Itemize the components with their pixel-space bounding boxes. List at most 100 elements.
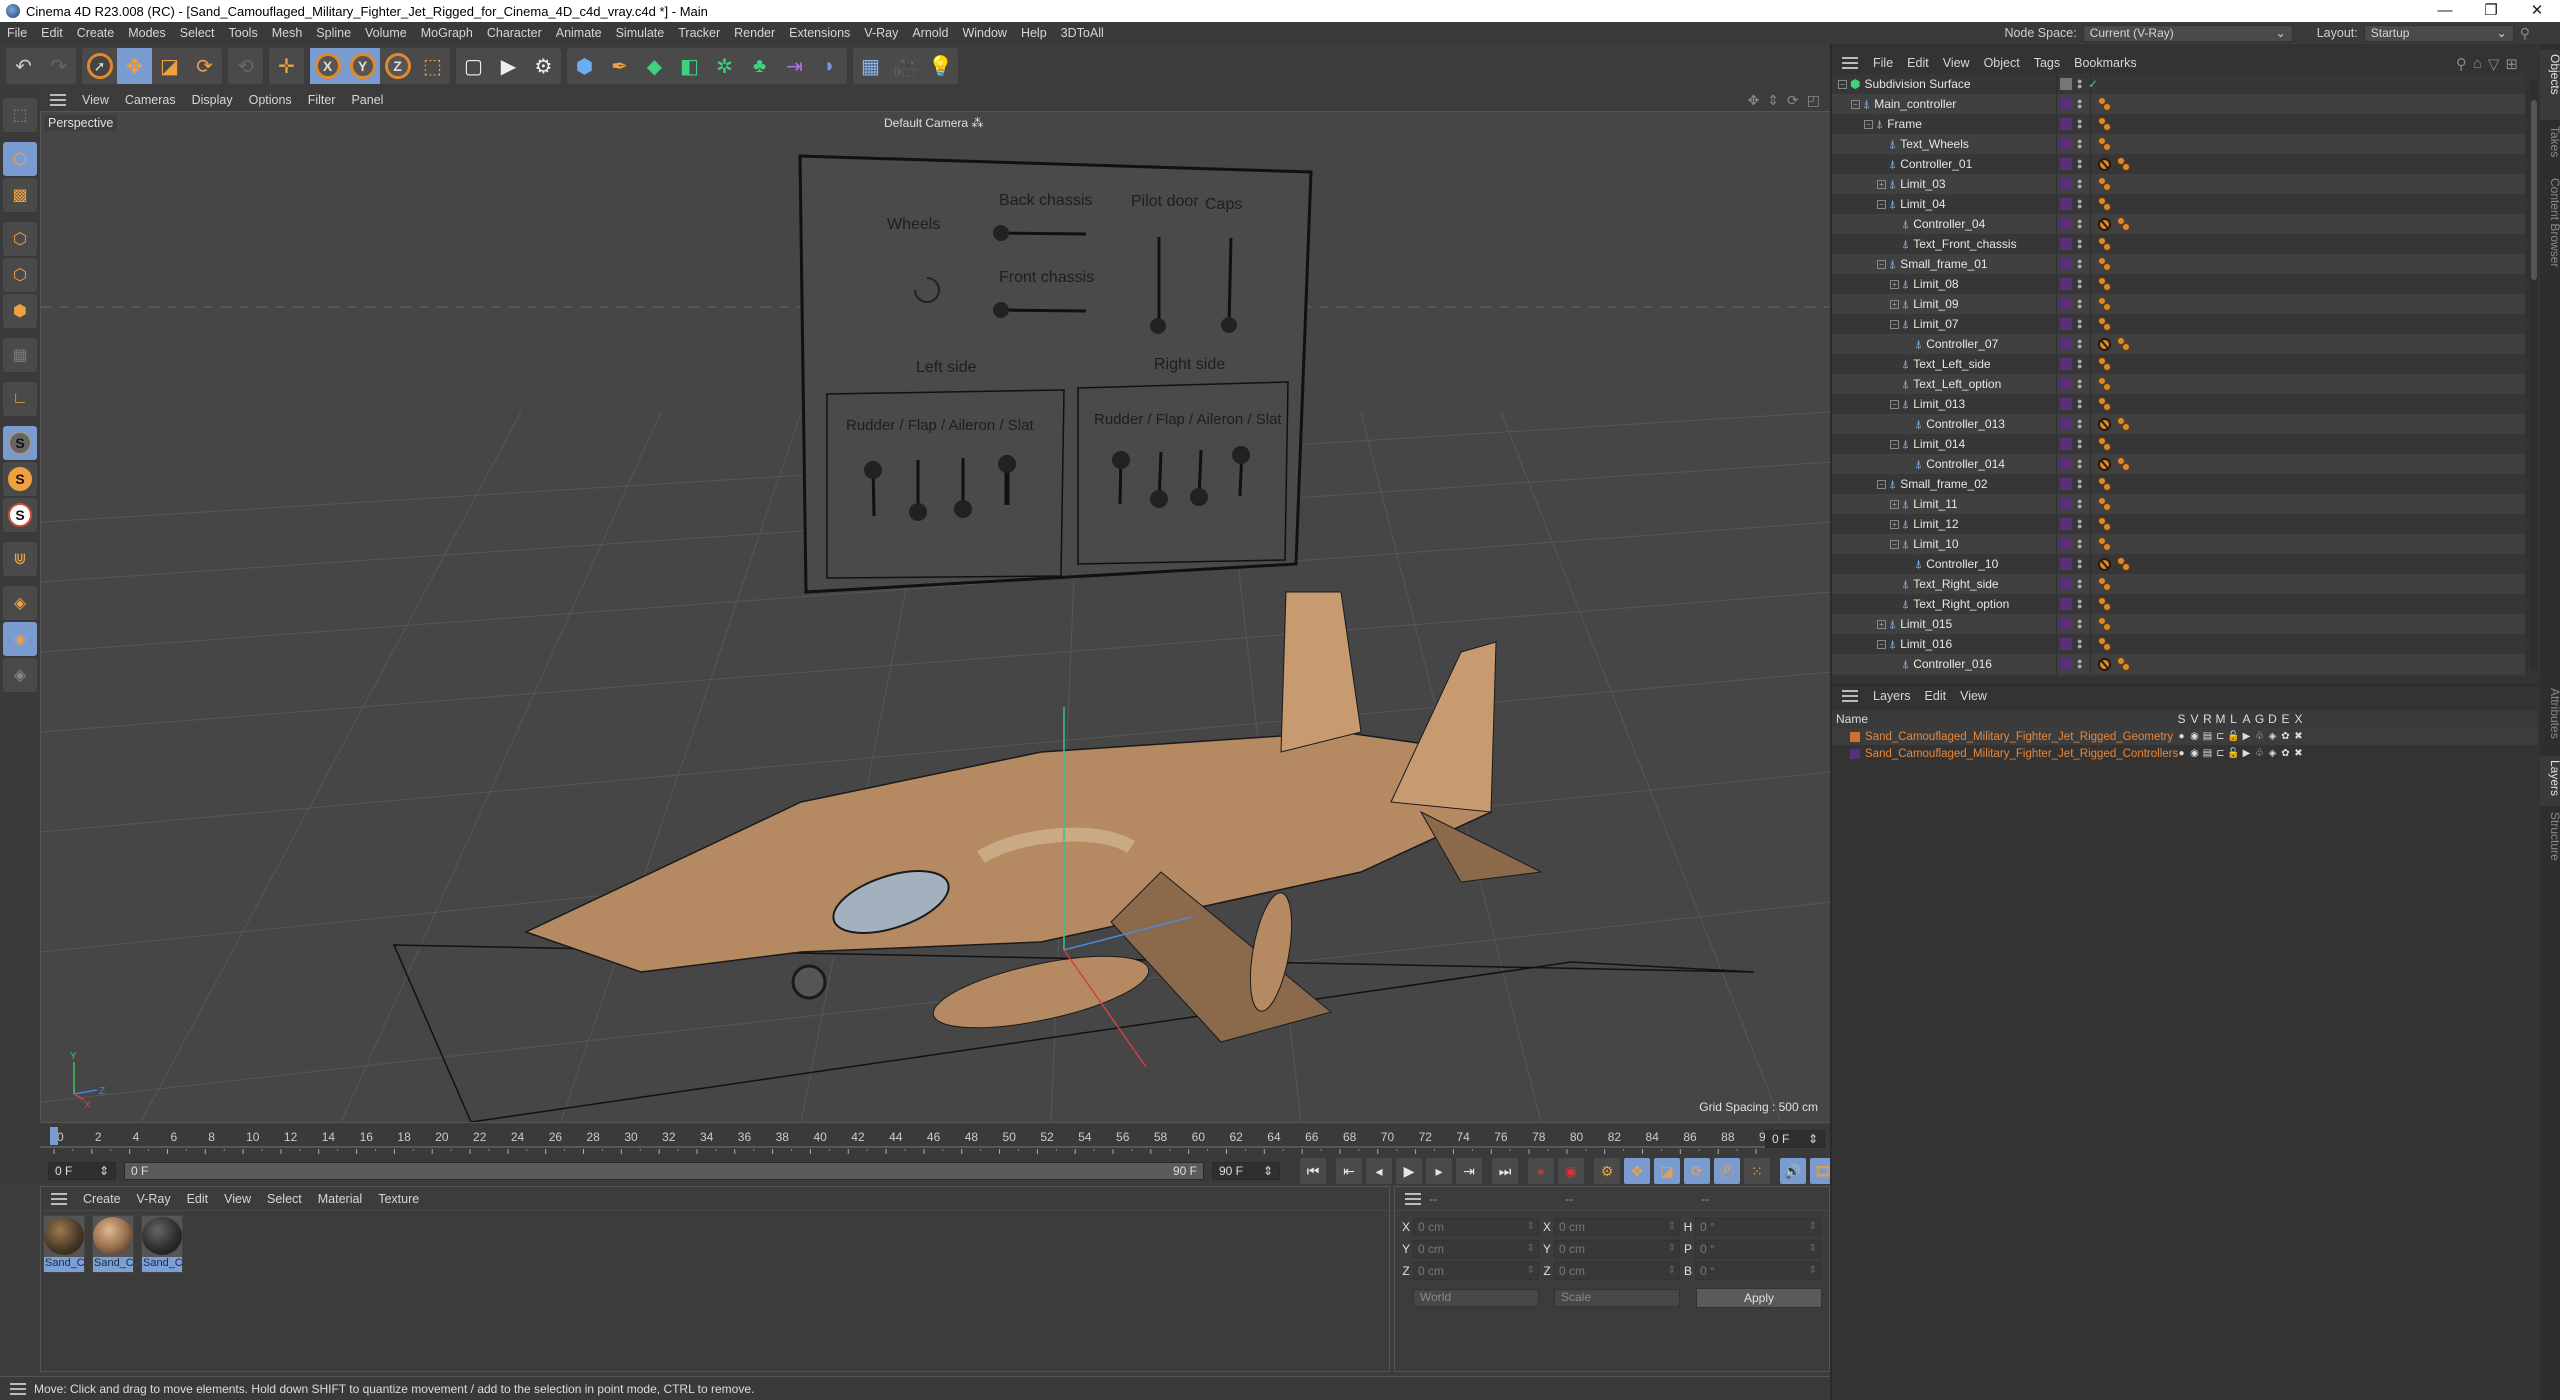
- tab-attributes[interactable]: Attributes: [2540, 684, 2560, 754]
- collapse-icon[interactable]: −: [1864, 119, 1873, 129]
- layer-color-icon[interactable]: [2060, 558, 2072, 570]
- object-row[interactable]: − ⍋ Limit_013 ● ●: [1832, 394, 2525, 414]
- rotate-icon[interactable]: ⟳: [187, 48, 222, 84]
- solo-single-icon[interactable]: S: [3, 462, 37, 496]
- node-space-select[interactable]: Current (V-Ray) ⌄: [2082, 24, 2293, 42]
- pan-icon[interactable]: ✥: [1748, 92, 1760, 109]
- visibility-dots-icon[interactable]: ● ●: [2077, 457, 2082, 471]
- object-name[interactable]: Controller_016: [1913, 657, 1992, 671]
- lock-icon[interactable]: 🔓: [2227, 731, 2240, 742]
- layer-color-icon[interactable]: [2060, 298, 2072, 310]
- object-name[interactable]: Text_Right_side: [1913, 577, 1998, 591]
- layer-name[interactable]: Sand_Camouflaged_Military_Fighter_Jet_Ri…: [1865, 748, 2178, 760]
- viewport-camera-label[interactable]: Default Camera ⁂: [884, 116, 983, 130]
- layer-color-icon[interactable]: [2060, 98, 2072, 110]
- hamburger-icon[interactable]: [1842, 57, 1858, 69]
- locked-workplane-icon[interactable]: ◈: [3, 622, 37, 656]
- layout-select[interactable]: Startup ⌄: [2363, 24, 2514, 42]
- y-axis-lock-icon[interactable]: Y: [345, 48, 380, 84]
- col-generators[interactable]: G: [2253, 712, 2266, 726]
- visibility-dots-icon[interactable]: ● ●: [2077, 397, 2082, 411]
- viewport-projection-label[interactable]: Perspective: [44, 115, 118, 131]
- layer-name[interactable]: Sand_Camouflaged_Military_Fighter_Jet_Ri…: [1865, 731, 2173, 743]
- expand-icon[interactable]: +: [1877, 619, 1886, 629]
- layer-color-icon[interactable]: [2060, 118, 2072, 130]
- go-to-end-icon[interactable]: ⏭: [1492, 1158, 1518, 1184]
- display-tag-icon[interactable]: [2098, 277, 2111, 291]
- object-name[interactable]: Controller_01: [1900, 157, 1972, 171]
- menu-mesh[interactable]: Mesh: [265, 26, 310, 40]
- display-tag-icon[interactable]: [2098, 517, 2111, 531]
- display-tag-icon[interactable]: [2098, 597, 2111, 611]
- layer-row[interactable]: Sand_Camouflaged_Military_Fighter_Jet_Ri…: [1832, 728, 2538, 745]
- layer-color-icon[interactable]: [2060, 518, 2072, 530]
- object-row[interactable]: ⍋ Controller_013 ● ●: [1832, 414, 2525, 434]
- expand-icon[interactable]: +: [1890, 279, 1899, 289]
- display-tag-icon[interactable]: [2117, 417, 2130, 431]
- layer-color-swatch[interactable]: [1850, 748, 1860, 759]
- animation-icon[interactable]: ▶: [2240, 731, 2253, 742]
- cloner-icon[interactable]: ✲: [707, 48, 742, 84]
- psr-icon[interactable]: ⟲: [228, 48, 263, 84]
- col-solo[interactable]: S: [2175, 712, 2188, 726]
- display-tag-icon[interactable]: [2098, 317, 2111, 331]
- key-parameter-icon[interactable]: Ⓟ: [1714, 1158, 1740, 1184]
- layer-color-icon[interactable]: [2060, 278, 2072, 290]
- render-settings-icon[interactable]: ⚙: [526, 48, 561, 84]
- layer-color-icon[interactable]: [2060, 238, 2072, 250]
- polygon-mode-icon[interactable]: ⬢: [3, 294, 37, 328]
- object-name[interactable]: Limit_11: [1913, 497, 1957, 511]
- generator-icon[interactable]: ♧: [2253, 731, 2266, 742]
- uv-mode-icon[interactable]: ▦: [3, 338, 37, 372]
- layer-color-icon[interactable]: [2060, 358, 2072, 370]
- object-row[interactable]: + ⍋ Limit_12 ● ●: [1832, 514, 2525, 534]
- display-tag-icon[interactable]: [2117, 217, 2130, 231]
- menu-tools[interactable]: Tools: [222, 26, 265, 40]
- display-tag-icon[interactable]: [2098, 97, 2111, 111]
- col-render[interactable]: R: [2201, 712, 2214, 726]
- lock-icon[interactable]: 🔓: [2227, 748, 2240, 759]
- menu-tracker[interactable]: Tracker: [671, 26, 727, 40]
- object-name[interactable]: Limit_014: [1913, 437, 1965, 451]
- expand-icon[interactable]: +: [1890, 299, 1899, 309]
- display-tag-icon[interactable]: [2098, 577, 2111, 591]
- display-tag-icon[interactable]: [2117, 657, 2130, 671]
- visibility-dots-icon[interactable]: ● ●: [2077, 357, 2082, 371]
- object-row[interactable]: ⍋ Controller_016 ● ●: [1832, 654, 2525, 674]
- protection-tag-icon[interactable]: [2098, 217, 2111, 231]
- timeline-ruler[interactable]: 0 2 4 6 8 10 12 14 16 18 20 22 24 26 28 30 32 34 36 38 40 42 4…: [40, 1122, 1830, 1160]
- visibility-dots-icon[interactable]: ● ●: [2077, 257, 2082, 271]
- collapse-icon[interactable]: −: [1890, 439, 1899, 449]
- menu-character[interactable]: Character: [480, 26, 549, 40]
- object-name[interactable]: Small_frame_02: [1900, 477, 1987, 491]
- hamburger-icon[interactable]: [50, 93, 66, 106]
- viewport-menu-cameras[interactable]: Cameras: [117, 93, 184, 107]
- render-icon[interactable]: ▤: [2201, 731, 2214, 742]
- menu-window[interactable]: Window: [955, 26, 1013, 40]
- mat-menu-vray[interactable]: V-Ray: [129, 1192, 179, 1206]
- collapse-icon[interactable]: −: [1877, 639, 1886, 649]
- object-row[interactable]: − ⍋ Limit_016 ● ●: [1832, 634, 2525, 654]
- menu-simulate[interactable]: Simulate: [609, 26, 672, 40]
- display-tag-icon[interactable]: [2098, 477, 2111, 491]
- visibility-dots-icon[interactable]: ● ●: [2077, 417, 2082, 431]
- visibility-dots-icon[interactable]: ● ●: [2077, 377, 2082, 391]
- layer-color-icon[interactable]: [2060, 378, 2072, 390]
- hamburger-icon[interactable]: [10, 1382, 26, 1395]
- material-swatch[interactable]: Sand_Ca: [92, 1215, 134, 1273]
- collapse-icon[interactable]: −: [1890, 539, 1899, 549]
- search-icon[interactable]: ⚲: [2520, 25, 2530, 42]
- display-tag-icon[interactable]: [2098, 397, 2111, 411]
- display-tag-icon[interactable]: [2098, 537, 2111, 551]
- viewport-menu-options[interactable]: Options: [241, 93, 300, 107]
- layer-color-icon[interactable]: [2060, 458, 2072, 470]
- object-row[interactable]: ⍋ Text_Right_option ● ●: [1832, 594, 2525, 614]
- visibility-dots-icon[interactable]: ● ●: [2077, 297, 2082, 311]
- enabled-check-icon[interactable]: ✓: [2088, 77, 2098, 91]
- undo-icon[interactable]: ↶: [6, 48, 41, 84]
- display-tag-icon[interactable]: [2098, 637, 2111, 651]
- col-deformers[interactable]: D: [2266, 712, 2279, 726]
- object-row[interactable]: ⍋ Controller_01 ● ●: [1832, 154, 2525, 174]
- scale-icon[interactable]: ◪: [152, 48, 187, 84]
- protection-tag-icon[interactable]: [2098, 337, 2111, 351]
